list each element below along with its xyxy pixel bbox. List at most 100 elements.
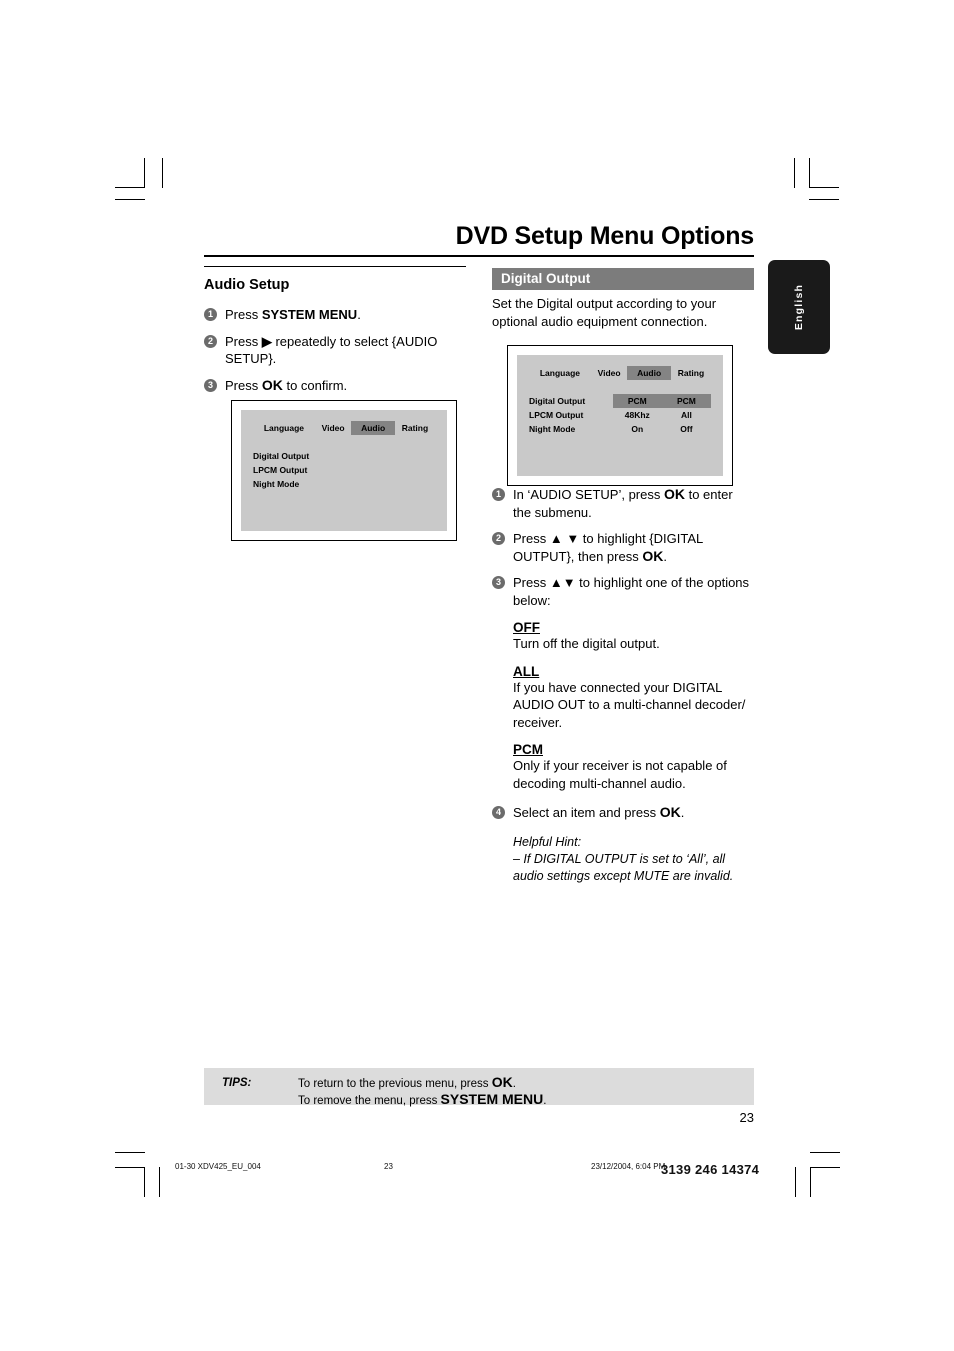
option-title: ALL — [513, 663, 540, 679]
option-description: Turn off the digital output. — [513, 636, 660, 651]
crop-mark-bottom-left — [144, 1167, 145, 1197]
step-text: Press ▲▼ to highlight one of the options… — [513, 575, 750, 608]
option-description: Only if your receiver is not capable of … — [513, 758, 727, 791]
step-number-badge: 4 — [492, 806, 505, 819]
osd-row[interactable]: Night Mode — [253, 477, 435, 491]
digital-output-menu-screenshot: Language Video Audio Rating Digital Output P… — [507, 345, 733, 486]
osd-row-label: Digital Output — [253, 451, 310, 461]
osd-row-label: Night Mode — [529, 424, 576, 434]
step-number-badge: 2 — [204, 334, 217, 348]
step-number-badge: 1 — [492, 488, 505, 501]
digital-output-section-header: Digital Output — [492, 268, 754, 290]
osd-tab-bar: Language Video Audio Rating — [529, 366, 711, 380]
digital-output-option-list: OFF Turn off the digital output. ALL If you… — [492, 620, 754, 792]
audio-setup-divider — [204, 266, 466, 267]
tips-line-2: To remove the menu, press SYSTEM MENU. — [298, 1091, 547, 1108]
osd-row-label: Digital Output — [529, 396, 586, 406]
crop-mark-bottom-right — [810, 1167, 840, 1168]
osd-screen: Language Video Audio Rating Digital Output L… — [241, 410, 447, 531]
osd-tab-audio[interactable]: Audio — [627, 366, 671, 380]
crop-mark-bottom-left — [159, 1167, 160, 1197]
language-tab: English — [768, 260, 830, 354]
osd-row-value[interactable]: On — [613, 422, 662, 436]
crop-mark-top-right — [794, 158, 795, 188]
osd-row[interactable]: Digital Output — [253, 449, 435, 463]
step-text: Press ▲ ▼ to highlight {DIGITAL OUTPUT},… — [513, 531, 703, 564]
instruction-step: 1 Press SYSTEM MENU. — [204, 306, 466, 324]
osd-row-value[interactable]: PCM — [612, 394, 662, 408]
step-text: Press ▶ repeatedly to select {AUDIO SETU… — [225, 333, 438, 367]
option-title: PCM — [513, 742, 543, 757]
audio-setup-heading: Audio Setup — [204, 277, 290, 293]
osd-tab-audio[interactable]: Audio — [351, 421, 395, 435]
crop-mark-bottom-right — [795, 1167, 796, 1197]
print-footer-code: 3139 246 14374 — [661, 1162, 760, 1177]
crop-mark-top-right — [809, 187, 839, 188]
osd-row-label: LPCM Output — [253, 465, 308, 475]
osd-row-value[interactable]: Off — [662, 422, 711, 436]
instruction-step: 1 In ‘AUDIO SETUP’, press OK to enter the… — [492, 486, 754, 521]
crop-mark-top-right — [809, 158, 810, 188]
crop-mark-top-right — [809, 199, 839, 200]
crop-mark-bottom-right — [810, 1152, 840, 1153]
instruction-step: 3 Press OK to confirm. — [204, 377, 466, 395]
print-footer-page: 23 — [384, 1162, 393, 1171]
left-column: Audio Setup 1 Press SYSTEM MENU. 2 Press ▶ … — [204, 268, 466, 403]
step-number-badge: 3 — [492, 576, 505, 589]
osd-row-label: LPCM Output — [529, 410, 584, 420]
osd-tab-language[interactable]: Language — [529, 366, 591, 380]
page-number: 23 — [739, 1110, 754, 1125]
digital-output-final-step: 4 Select an item and press OK. — [492, 804, 754, 822]
osd-row-value[interactable]: 48Khz — [613, 408, 662, 422]
step-text: Press SYSTEM MENU. — [225, 307, 361, 322]
osd-row-list: Digital Output LPCM Output Night Mode — [253, 449, 435, 491]
step-number-badge: 3 — [204, 378, 217, 392]
crop-mark-top-left — [144, 158, 145, 188]
step-text: In ‘AUDIO SETUP’, press OK to enter the … — [513, 486, 733, 520]
crop-mark-top-left — [162, 158, 163, 188]
osd-tab-video[interactable]: Video — [591, 366, 627, 380]
osd-row[interactable]: Digital Output PCM PCM — [529, 394, 711, 408]
step-text: Press OK to confirm. — [225, 376, 348, 393]
audio-setup-menu-screenshot: Language Video Audio Rating Digital Output L… — [231, 400, 457, 541]
title-divider — [204, 255, 754, 257]
instruction-step: 3 Press ▲▼ to highlight one of the option… — [492, 574, 754, 609]
print-footer-date: 23/12/2004, 6:04 PM — [591, 1162, 666, 1171]
osd-row[interactable]: LPCM Output 48Khz All — [529, 408, 711, 422]
tips-line-1: To return to the previous menu, press OK… — [298, 1074, 516, 1091]
instruction-step: 2 Press ▲ ▼ to highlight {DIGITAL OUTPUT}… — [492, 530, 754, 565]
osd-tab-video[interactable]: Video — [315, 421, 351, 435]
tips-lines: To return to the previous menu, press OK… — [298, 1075, 546, 1109]
osd-tab-rating[interactable]: Rating — [671, 366, 711, 380]
osd-row-value[interactable]: PCM — [661, 394, 711, 408]
crop-mark-bottom-left — [115, 1152, 145, 1153]
crop-mark-top-left — [115, 199, 145, 200]
osd-tab-rating[interactable]: Rating — [395, 421, 435, 435]
osd-tab-language[interactable]: Language — [253, 421, 315, 435]
instruction-step: 2 Press ▶ repeatedly to select {AUDIO SET… — [204, 333, 466, 368]
instruction-step: 4 Select an item and press OK. — [492, 804, 754, 822]
crop-mark-bottom-left — [115, 1167, 145, 1168]
step-number-badge: 2 — [492, 532, 505, 545]
osd-screen: Language Video Audio Rating Digital Output P… — [517, 355, 723, 476]
page-title: DVD Setup Menu Options — [455, 222, 755, 250]
step-text: Select an item and press OK. — [513, 804, 685, 820]
language-tab-label: English — [793, 283, 805, 331]
osd-row[interactable]: Night Mode On Off — [529, 422, 711, 436]
osd-row-label: Night Mode — [253, 479, 300, 489]
osd-row[interactable]: LPCM Output — [253, 463, 435, 477]
tips-box: TIPS: To return to the previous menu, pr… — [204, 1068, 754, 1107]
osd-row-value[interactable]: All — [662, 408, 711, 422]
helpful-hint: Helpful Hint: – If DIGITAL OUTPUT is set… — [492, 834, 754, 885]
crop-mark-bottom-right — [810, 1167, 811, 1197]
option-description: If you have connected your DIGITAL AUDIO… — [513, 679, 746, 730]
osd-tab-bar: Language Video Audio Rating — [253, 421, 435, 435]
osd-row-list: Digital Output PCM PCM LPCM Output 48Khz All N… — [529, 394, 711, 436]
helpful-hint-text: – If DIGITAL OUTPUT is set to ‘All’, all… — [513, 851, 734, 883]
step-number-badge: 1 — [204, 308, 217, 321]
digital-output-intro: Set the Digital output according to your… — [492, 296, 717, 329]
digital-output-step-list: 1 In ‘AUDIO SETUP’, press OK to enter the… — [492, 486, 754, 609]
helpful-hint-title: Helpful Hint: — [513, 834, 582, 849]
tips-label: TIPS: — [222, 1077, 252, 1089]
audio-setup-step-list: 1 Press SYSTEM MENU. 2 Press ▶ repeatedly t… — [204, 306, 466, 394]
